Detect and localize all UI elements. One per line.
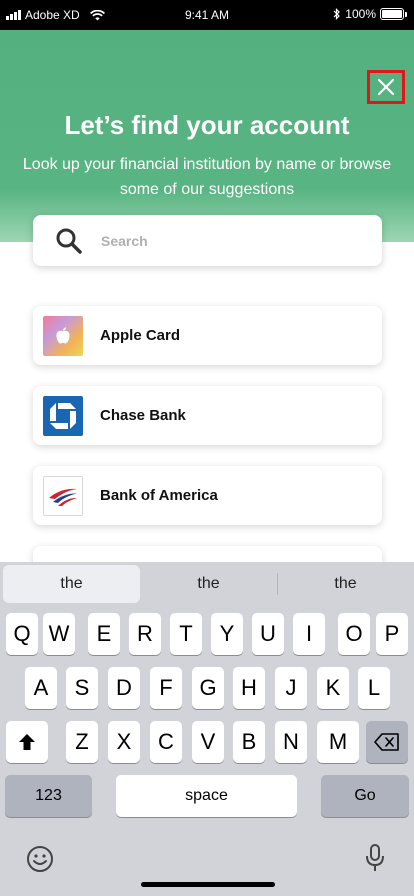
key-d[interactable]: D (108, 667, 140, 709)
key-b[interactable]: B (233, 721, 265, 763)
page-title: Let’s find your account (64, 110, 350, 140)
key-y[interactable]: Y (211, 613, 243, 655)
battery-icon (380, 8, 407, 20)
bank-item-chase-bank[interactable]: Chase Bank (33, 386, 382, 445)
search-icon (56, 228, 82, 254)
suggestion-item[interactable]: the (277, 565, 414, 603)
header: Let’s find your account Look up your fin… (0, 30, 414, 242)
key-c[interactable]: C (150, 721, 182, 763)
search-input[interactable] (101, 232, 341, 249)
shift-key[interactable] (6, 721, 48, 763)
key-m[interactable]: M (317, 721, 359, 763)
suggestion-item[interactable]: the (3, 565, 140, 603)
status-bar: Adobe XD 9:41 AM 100% (0, 0, 414, 30)
key-r[interactable]: R (129, 613, 161, 655)
go-key[interactable]: Go (321, 775, 409, 817)
key-k[interactable]: K (317, 667, 349, 709)
key-e[interactable]: E (88, 613, 120, 655)
bluetooth-icon (333, 8, 341, 20)
key-w[interactable]: W (43, 613, 75, 655)
key-u[interactable]: U (252, 613, 284, 655)
bank-name: Chase Bank (100, 407, 186, 424)
key-q[interactable]: Q (6, 613, 38, 655)
apple-logo-icon (43, 315, 83, 356)
key-j[interactable]: J (275, 667, 307, 709)
status-right: 100% (333, 7, 407, 21)
close-button[interactable] (367, 70, 405, 104)
backspace-key[interactable] (366, 721, 408, 763)
home-indicator[interactable] (141, 882, 275, 887)
suggestion-item[interactable]: the (140, 565, 277, 603)
key-a[interactable]: A (25, 667, 57, 709)
battery-percent: 100% (345, 7, 376, 21)
numbers-key[interactable]: 123 (5, 775, 92, 817)
key-z[interactable]: Z (66, 721, 98, 763)
bank-item-apple-card[interactable]: Apple Card (33, 306, 382, 365)
key-o[interactable]: O (338, 613, 370, 655)
bank-name: Apple Card (100, 327, 181, 344)
key-n[interactable]: N (275, 721, 307, 763)
key-l[interactable]: L (358, 667, 390, 709)
key-h[interactable]: H (233, 667, 265, 709)
key-x[interactable]: X (108, 721, 140, 763)
key-v[interactable]: V (192, 721, 224, 763)
key-f[interactable]: F (150, 667, 182, 709)
key-g[interactable]: G (192, 667, 224, 709)
page-subtitle: Look up your financial institution by na… (22, 156, 392, 198)
key-t[interactable]: T (170, 613, 202, 655)
space-key[interactable]: space (116, 775, 297, 817)
key-i[interactable]: I (293, 613, 325, 655)
emoji-icon[interactable] (26, 845, 54, 873)
backspace-icon (374, 733, 399, 751)
close-icon (378, 79, 394, 95)
microphone-icon[interactable] (365, 843, 385, 873)
suggestion-bar: the the the (0, 562, 414, 606)
chase-logo-icon (43, 395, 83, 436)
bank-item-bank-of-america[interactable]: Bank of America (33, 466, 382, 525)
bank-name: Bank of America (100, 487, 218, 504)
key-p[interactable]: P (376, 613, 408, 655)
key-s[interactable]: S (66, 667, 98, 709)
bank-of-america-logo-icon (43, 475, 83, 516)
search-bar[interactable] (33, 215, 382, 266)
shift-icon (19, 734, 35, 750)
